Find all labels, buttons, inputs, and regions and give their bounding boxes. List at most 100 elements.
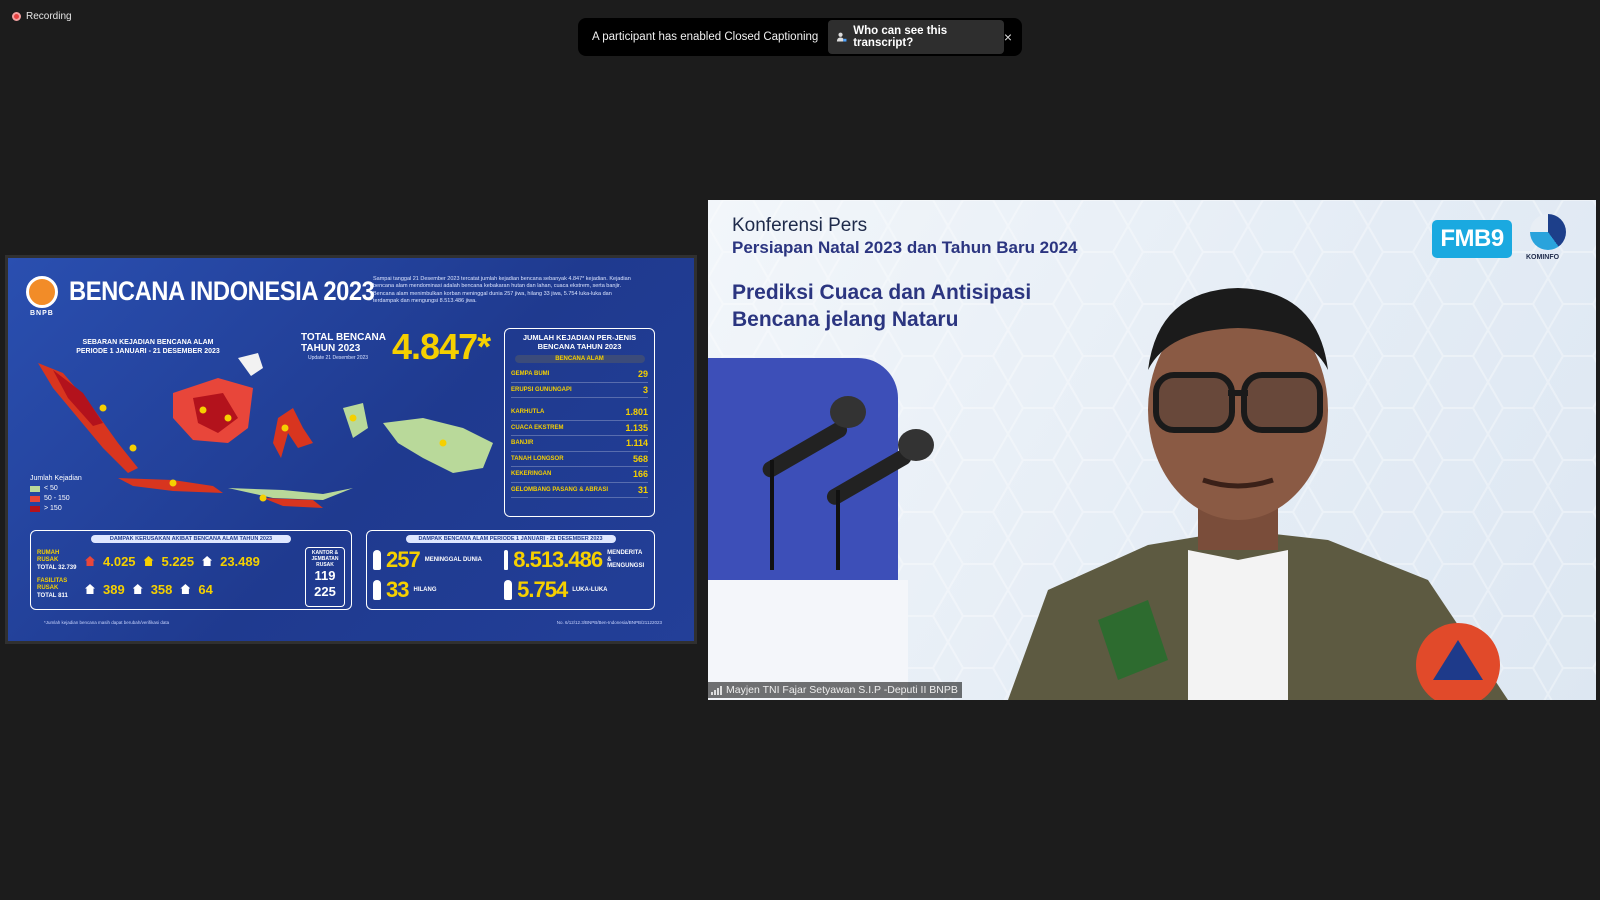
type-name: CUACA EKSTREM: [511, 424, 564, 431]
speaker-video-tile[interactable]: Konferensi Pers Persiapan Natal 2023 dan…: [708, 200, 1596, 700]
impact-value: 33: [386, 577, 410, 602]
jembatan-value: 225: [314, 583, 336, 599]
types-pill: BENCANA ALAM: [514, 355, 645, 363]
total-label-line1: TOTAL BENCANA: [301, 332, 386, 343]
kantor-label: KANTOR & JEMBATAN RUSAK: [311, 550, 339, 568]
closed-captioning-banner: A participant has enabled Closed Caption…: [578, 18, 1022, 56]
who-can-see-transcript-button[interactable]: Who can see this transcript?: [828, 20, 1004, 54]
house-icon: [85, 556, 95, 566]
mosque-icon: [132, 584, 143, 594]
type-row: GELOMBANG PASANG & ABRASI 31: [511, 483, 648, 498]
microphone-icon: [762, 396, 934, 570]
legend-swatch: [30, 496, 40, 503]
type-row: KARHUTLA 1.801: [511, 405, 648, 421]
type-row: CUACA EKSTREM 1.135: [511, 421, 648, 436]
impact-item: 5.754 LUKA-LUKA: [504, 577, 648, 603]
damage-header: DAMPAK KERUSAKAN AKIBAT BENCANA ALAM TAH…: [91, 535, 291, 543]
damage-value: 4.025: [103, 553, 136, 569]
legend-label: > 150: [44, 505, 62, 513]
recording-label: Recording: [26, 11, 72, 22]
impact-value: 5.754: [517, 577, 568, 602]
types-box: JUMLAH KEJADIAN PER-JENIS BENCANA TAHUN …: [504, 328, 655, 517]
type-value: 1.135: [625, 422, 648, 433]
slide-title: BENCANA INDONESIA 2023: [69, 276, 375, 306]
types-header: JUMLAH KEJADIAN PER-JENIS BENCANA TAHUN …: [511, 333, 648, 351]
damage-row-label: RUMAH RUSAK TOTAL 32.739: [37, 550, 77, 572]
damage-value: 23.489: [220, 553, 260, 569]
fmb9-logo: FMB9: [1432, 220, 1512, 258]
type-value: 31: [637, 484, 648, 495]
hospital-icon: [180, 584, 191, 594]
school-icon: [85, 584, 95, 594]
type-name: BANJIR: [511, 440, 534, 447]
type-row: ERUPSI GUNUNGAPI 3: [511, 383, 648, 398]
types-header-line1: JUMLAH KEJADIAN PER-JENIS: [522, 333, 637, 342]
shared-slide-tile[interactable]: BNPB BENCANA INDONESIA 2023 Sampai tangg…: [5, 255, 697, 644]
topic-line2: Bencana jelang Nataru: [732, 307, 959, 331]
close-icon[interactable]: ×: [1004, 29, 1012, 45]
house-icon: [202, 556, 213, 566]
total-update: Update 21 Desember 2023: [308, 355, 369, 361]
type-value: 166: [632, 469, 648, 480]
speaker-figure: [1008, 288, 1508, 700]
damage-value: 5.225: [161, 553, 195, 569]
impact-value: 8.513.486: [513, 547, 603, 572]
damage-total: 32.739: [58, 564, 77, 571]
map-title-line1: SEBARAN KEJADIAN BENCANA ALAM: [82, 339, 214, 346]
legend-item: > 150: [30, 504, 82, 514]
damage-value: 358: [150, 581, 173, 597]
legend-swatch: [30, 486, 40, 493]
injured-person-icon: [504, 580, 513, 600]
slide-footnote: *Jumlah kejadian bencana masih dapat ber…: [44, 620, 170, 625]
type-value: 3: [642, 384, 648, 395]
impact-item: 33 HILANG: [373, 577, 504, 603]
damage-total-label: TOTAL: [37, 564, 57, 571]
impact-grid: 257 MENINGGAL DUNIA 8.513.486 MENDERITA & …: [373, 547, 648, 603]
legend-title: Jumlah Kejadian: [30, 475, 82, 482]
damage-row-label: FASILITAS RUSAK TOTAL 811: [37, 578, 77, 600]
type-row: GEMPA BUMI 29: [511, 367, 648, 383]
damage-value: 64: [198, 581, 213, 597]
impact-header: DAMPAK BENCANA ALAM PERIODE 1 JANUARI - …: [405, 535, 616, 543]
kantor-box: KANTOR & JEMBATAN RUSAK 119 225: [305, 547, 345, 607]
type-name: GEMPA BUMI: [511, 371, 550, 378]
damage-total: 811: [58, 592, 68, 599]
type-value: 29: [637, 369, 648, 380]
type-name: ERUPSI GUNUNGAPI: [511, 386, 572, 393]
total-label: TOTAL BENCANA TAHUN 2023: [301, 332, 386, 354]
legend-item: 50 - 150: [30, 494, 82, 504]
total-label-line2: TAHUN 2023: [301, 342, 361, 354]
impact-value: 257: [386, 547, 421, 572]
participant-name-tag: Mayjen TNI Fajar Setyawan S.I.P -Deputi …: [708, 682, 962, 698]
who-can-see-label: Who can see this transcript?: [853, 25, 948, 49]
impact-label: MENINGGAL DUNIA: [424, 556, 482, 563]
damage-label: FASILITAS RUSAK: [37, 578, 68, 592]
legend-label: 50 - 150: [44, 495, 70, 503]
type-row: KEKERINGAN 166: [511, 467, 648, 483]
cc-message: A participant has enabled Closed Caption…: [592, 31, 819, 43]
damage-row-facilities: FASILITAS RUSAK TOTAL 811 389 358 64: [37, 575, 345, 603]
slide-content: BNPB BENCANA INDONESIA 2023 Sampai tangg…: [8, 258, 694, 641]
legend-item: < 50: [30, 484, 82, 494]
type-name: KARHUTLA: [511, 409, 545, 416]
topic-line1: Prediksi Cuaca dan Antisipasi: [732, 281, 1032, 304]
type-value: 1.801: [625, 407, 648, 418]
damage-label: RUMAH RUSAK: [37, 550, 60, 564]
impact-label: MENDERITA & MENGUNGSI: [607, 549, 645, 570]
type-row: TANAH LONGSOR 568: [511, 452, 648, 467]
damage-box: DAMPAK KERUSAKAN AKIBAT BENCANA ALAM TAH…: [30, 530, 352, 610]
type-row: BANJIR 1.114: [511, 436, 648, 452]
recording-indicator: Recording: [12, 11, 72, 22]
types-header-line2: BENCANA TAHUN 2023: [537, 342, 622, 351]
type-value: 1.114: [625, 438, 648, 449]
impact-label: LUKA-LUKA: [572, 586, 608, 593]
person-icon: [373, 550, 381, 570]
kominfo-logo-icon: [1530, 214, 1566, 250]
legend-label: < 50: [44, 485, 58, 493]
map-legend: Jumlah Kejadian < 50 50 - 150 > 150: [30, 474, 82, 515]
conference-subtitle: Persiapan Natal 2023 dan Tahun Baru 2024: [732, 238, 1078, 257]
person-icon: [373, 580, 381, 600]
damage-value: 389: [103, 581, 125, 597]
house-icon: [143, 556, 154, 566]
impact-item: 8.513.486 MENDERITA & MENGUNGSI: [504, 547, 648, 573]
